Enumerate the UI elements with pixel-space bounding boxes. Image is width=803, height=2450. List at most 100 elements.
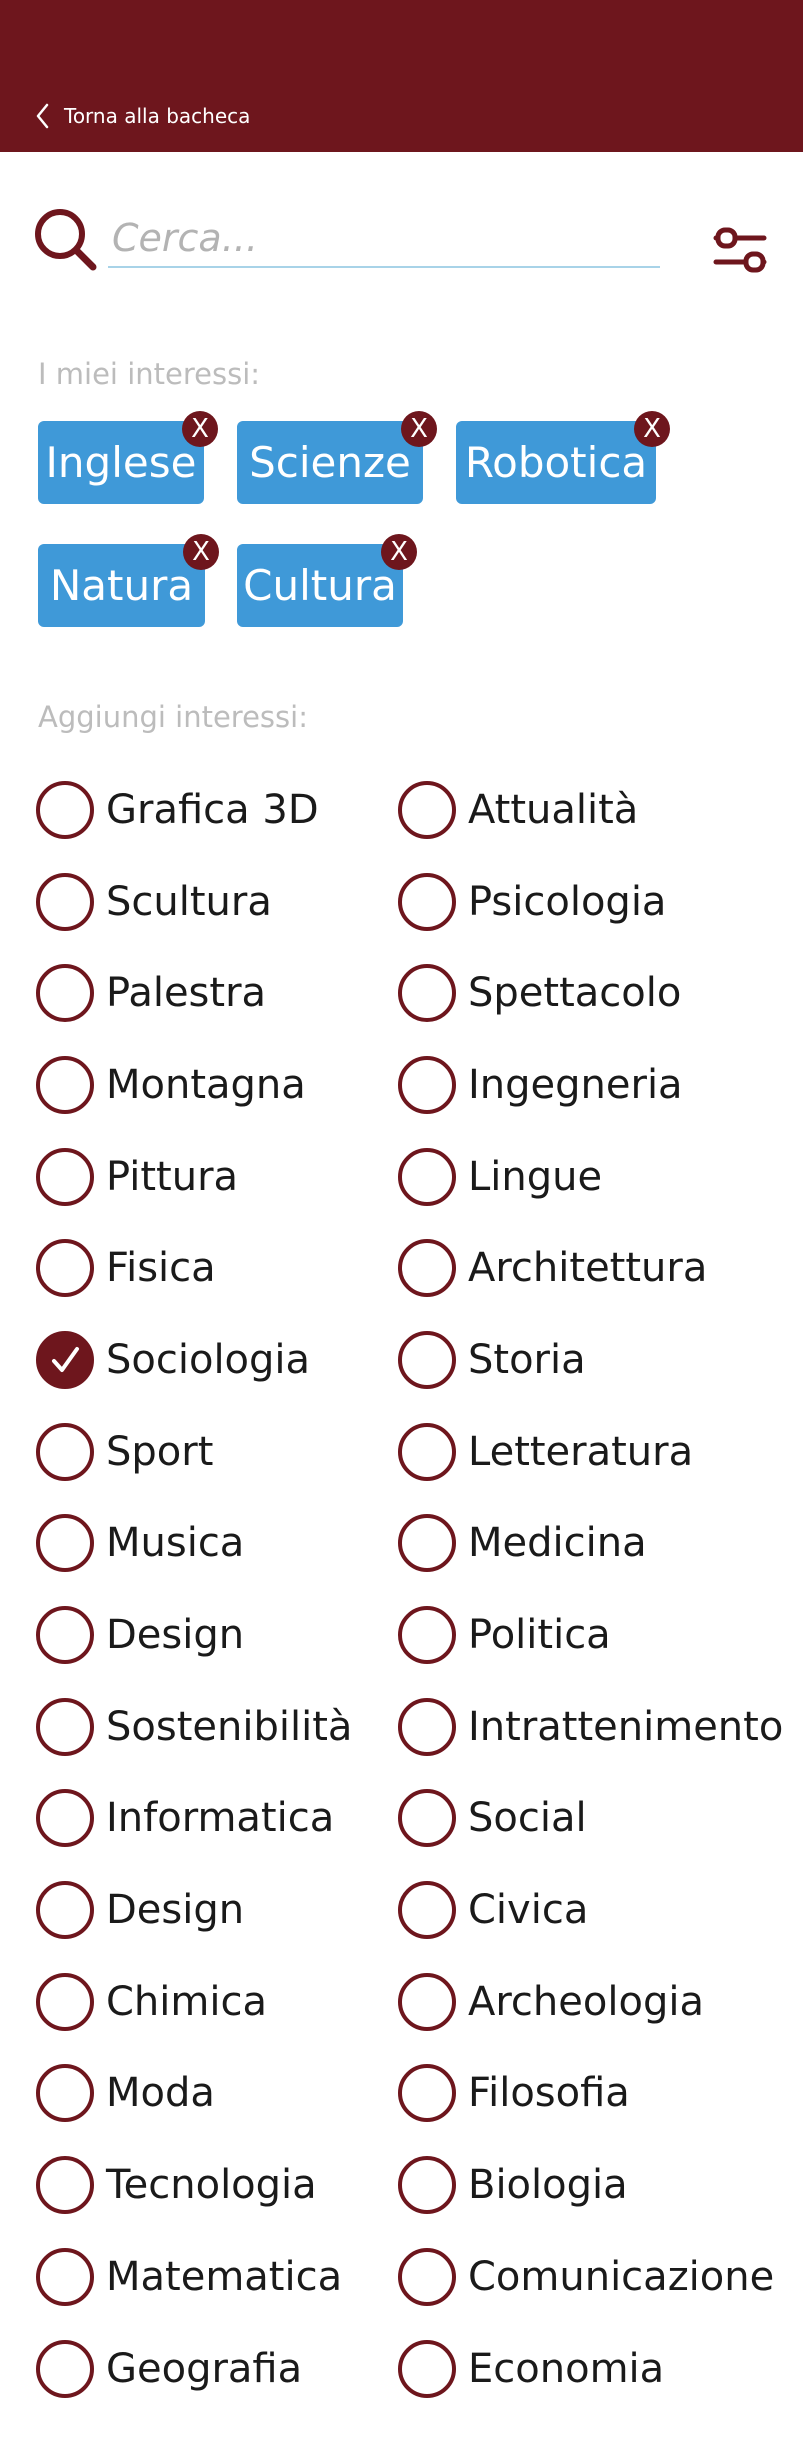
interest-radio[interactable]: [398, 1422, 456, 1481]
interest-label: Matematica: [106, 2253, 343, 2300]
interest-option[interactable]: Filosofia: [398, 2048, 768, 2140]
interest-radio[interactable]: [398, 1239, 456, 1298]
close-icon[interactable]: X: [401, 411, 437, 447]
interest-label: Montagna: [106, 1061, 306, 1108]
interest-radio[interactable]: [36, 1147, 94, 1206]
interest-label: Informatica: [106, 1795, 335, 1842]
interest-radio[interactable]: [36, 1789, 94, 1848]
interest-label: Filosofia: [468, 2070, 630, 2117]
interest-radio[interactable]: [398, 1514, 456, 1573]
interest-radio[interactable]: [398, 1881, 456, 1940]
interest-option[interactable]: Moda: [36, 2048, 398, 2140]
interest-option[interactable]: Tecnologia: [36, 2139, 398, 2231]
filter-sliders-icon[interactable]: [712, 226, 768, 274]
interest-option[interactable]: Ingegneria: [398, 1039, 768, 1131]
interest-option[interactable]: Scultura: [36, 856, 398, 948]
interest-option[interactable]: Design: [36, 1864, 398, 1956]
interest-radio[interactable]: [36, 1422, 94, 1481]
interest-radio[interactable]: [398, 1789, 456, 1848]
interest-radio[interactable]: [36, 1972, 94, 2031]
interest-option[interactable]: Architettura: [398, 1222, 768, 1314]
interest-option[interactable]: Economia: [398, 2323, 768, 2415]
interest-option[interactable]: Archeologia: [398, 1956, 768, 2048]
interest-option[interactable]: Grafica 3D: [36, 764, 398, 856]
interest-label: Fisica: [106, 1245, 216, 1292]
interest-radio[interactable]: [36, 780, 94, 839]
interest-radio[interactable]: [398, 1972, 456, 2031]
interest-option[interactable]: Spettacolo: [398, 947, 768, 1039]
interest-option[interactable]: Psicologia: [398, 856, 768, 948]
interest-label: Sport: [106, 1428, 214, 1475]
interest-radio[interactable]: [36, 1514, 94, 1573]
interest-label: Moda: [106, 2070, 215, 2117]
interest-option[interactable]: Sociologia: [36, 1314, 398, 1406]
interest-radio[interactable]: [36, 1055, 94, 1114]
interest-radio[interactable]: [398, 2064, 456, 2123]
interest-radio[interactable]: [398, 1330, 456, 1389]
interest-label: Design: [106, 1612, 245, 1659]
interest-label: Attualità: [468, 786, 639, 833]
interest-option[interactable]: Sport: [36, 1406, 398, 1498]
add-interests-label: Aggiungi interessi:: [38, 700, 308, 734]
interest-radio[interactable]: [36, 1239, 94, 1298]
interest-option[interactable]: Comunicazione: [398, 2231, 774, 2323]
interest-radio[interactable]: [36, 1697, 94, 1756]
close-icon[interactable]: X: [381, 534, 417, 570]
close-icon[interactable]: X: [182, 411, 218, 447]
back-to-board-button[interactable]: Torna alla bacheca: [34, 101, 250, 131]
interest-radio[interactable]: [36, 1881, 94, 1940]
interest-radio[interactable]: [36, 2339, 94, 2398]
interest-radio[interactable]: [398, 2247, 456, 2306]
interest-radio[interactable]: [398, 1606, 456, 1665]
interest-radio[interactable]: [36, 2156, 94, 2215]
interest-radio[interactable]: [36, 964, 94, 1023]
interest-radio[interactable]: [398, 1697, 456, 1756]
interest-option[interactable]: Informatica: [36, 1773, 398, 1865]
interest-option[interactable]: Attualità: [398, 764, 768, 856]
interest-option[interactable]: Lingue: [398, 1131, 768, 1223]
interest-option[interactable]: Palestra: [36, 947, 398, 1039]
interest-option[interactable]: Fisica: [36, 1222, 398, 1314]
interest-option[interactable]: Sostenibilità: [36, 1681, 398, 1773]
interest-option[interactable]: Chimica: [36, 1956, 398, 2048]
search-icon[interactable]: [32, 206, 98, 272]
interest-option[interactable]: Politica: [398, 1589, 768, 1681]
interest-label: Sostenibilità: [106, 1703, 353, 1750]
interest-radio[interactable]: [36, 2064, 94, 2123]
interest-label: Pittura: [106, 1153, 239, 1200]
interest-option[interactable]: Montagna: [36, 1039, 398, 1131]
close-icon[interactable]: X: [634, 411, 670, 447]
interest-label: Archeologia: [468, 1978, 704, 2025]
interest-option[interactable]: Intrattenimento: [398, 1681, 783, 1773]
interest-label: Medicina: [468, 1520, 647, 1567]
interest-radio[interactable]: [398, 964, 456, 1023]
interest-radio[interactable]: [36, 1606, 94, 1665]
my-interests-label: I miei interessi:: [38, 357, 261, 391]
interest-radio[interactable]: [398, 1147, 456, 1206]
interest-option[interactable]: Pittura: [36, 1131, 398, 1223]
interest-chip-cultura: Cultura X: [237, 534, 417, 627]
interest-radio[interactable]: [398, 2339, 456, 2398]
interest-option[interactable]: Social: [398, 1773, 768, 1865]
interest-radio[interactable]: [36, 872, 94, 931]
interest-option[interactable]: Matematica: [36, 2231, 398, 2323]
interest-option[interactable]: Letteratura: [398, 1406, 768, 1498]
interest-option[interactable]: Civica: [398, 1864, 768, 1956]
search-input[interactable]: [108, 210, 660, 268]
interest-option[interactable]: Biologia: [398, 2139, 768, 2231]
interest-option[interactable]: Geografia: [36, 2323, 398, 2415]
interest-option[interactable]: Design: [36, 1589, 398, 1681]
interest-label: Economia: [468, 2345, 665, 2392]
interest-radio[interactable]: [398, 872, 456, 931]
interest-option[interactable]: Medicina: [398, 1498, 768, 1590]
interest-radio[interactable]: [398, 1055, 456, 1114]
interest-radio[interactable]: [398, 780, 456, 839]
interest-radio[interactable]: [36, 2247, 94, 2306]
close-icon[interactable]: X: [183, 534, 219, 570]
interest-option[interactable]: Storia: [398, 1314, 768, 1406]
interest-label: Geografia: [106, 2345, 303, 2392]
interest-radio[interactable]: [36, 1330, 94, 1389]
interest-option[interactable]: Musica: [36, 1498, 398, 1590]
interest-label: Design: [106, 1887, 245, 1934]
interest-radio[interactable]: [398, 2156, 456, 2215]
